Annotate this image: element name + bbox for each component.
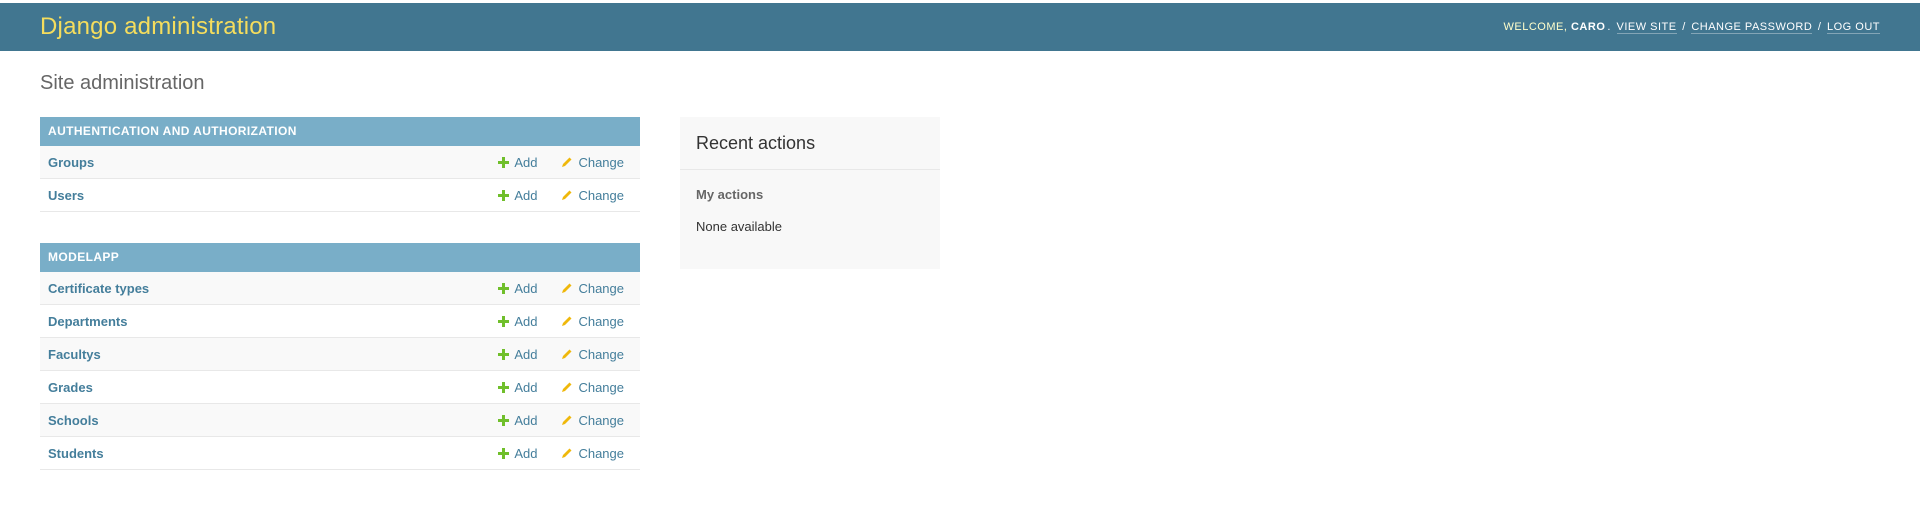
- add-students-link[interactable]: Add: [498, 446, 537, 461]
- page-title: Site administration: [40, 72, 205, 94]
- change-label: Change: [578, 412, 624, 428]
- welcome-text: Welcome,: [1503, 21, 1568, 33]
- add-label: Add: [514, 187, 538, 203]
- change-grades-link[interactable]: Change: [561, 380, 624, 395]
- pencil-icon: [562, 382, 572, 392]
- change-label: Change: [578, 346, 624, 362]
- model-link-schools[interactable]: Schools: [48, 413, 498, 428]
- change-departments-link[interactable]: Change: [561, 314, 624, 329]
- log-out-link[interactable]: Log out: [1826, 21, 1880, 34]
- plus-icon: [498, 447, 510, 459]
- model-row-schools: Schools Add Change: [40, 404, 640, 437]
- change-label: Change: [578, 313, 624, 329]
- plus-icon: [498, 156, 510, 168]
- add-label: Add: [514, 379, 538, 395]
- model-link-certificate-types[interactable]: Certificate types: [48, 281, 498, 296]
- module-modelapp: Modelapp Certificate types Add Change De…: [40, 243, 640, 470]
- plus-icon: [498, 282, 510, 294]
- model-link-facultys[interactable]: Facultys: [48, 347, 498, 362]
- add-label: Add: [514, 412, 538, 428]
- change-label: Change: [578, 280, 624, 296]
- pencil-icon: [562, 316, 572, 326]
- add-label: Add: [514, 280, 538, 296]
- add-facultys-link[interactable]: Add: [498, 347, 537, 362]
- model-row-groups: Groups Add Change: [40, 146, 640, 179]
- pencil-icon: [562, 415, 572, 425]
- user-tools: Welcome, caro. View site / Change passwo…: [1503, 21, 1880, 34]
- recent-actions-title: Recent actions: [680, 117, 940, 170]
- change-users-link[interactable]: Change: [561, 188, 624, 203]
- no-actions-text: None available: [696, 219, 783, 234]
- model-link-groups[interactable]: Groups: [48, 155, 498, 170]
- change-label: Change: [578, 187, 624, 203]
- module-caption[interactable]: Authentication and Authorization: [40, 117, 640, 146]
- model-link-students[interactable]: Students: [48, 446, 498, 461]
- site-branding[interactable]: Django administration: [40, 13, 276, 41]
- add-departments-link[interactable]: Add: [498, 314, 537, 329]
- change-label: Change: [578, 445, 624, 461]
- recent-actions-panel: Recent actions My actions None available: [680, 117, 940, 269]
- add-groups-link[interactable]: Add: [498, 155, 537, 170]
- plus-icon: [498, 348, 510, 360]
- model-row-departments: Departments Add Change: [40, 305, 640, 338]
- add-label: Add: [514, 346, 538, 362]
- add-grades-link[interactable]: Add: [498, 380, 537, 395]
- model-row-grades: Grades Add Change: [40, 371, 640, 404]
- pencil-icon: [562, 190, 572, 200]
- change-groups-link[interactable]: Change: [561, 155, 624, 170]
- change-password-link[interactable]: Change password: [1691, 21, 1813, 34]
- change-schools-link[interactable]: Change: [561, 413, 624, 428]
- model-row-students: Students Add Change: [40, 437, 640, 470]
- pencil-icon: [562, 157, 572, 167]
- change-label: Change: [578, 154, 624, 170]
- username: caro: [1570, 21, 1606, 33]
- model-row-facultys: Facultys Add Change: [40, 338, 640, 371]
- add-users-link[interactable]: Add: [498, 188, 537, 203]
- model-row-users: Users Add Change: [40, 179, 640, 212]
- plus-icon: [498, 189, 510, 201]
- module-caption[interactable]: Modelapp: [40, 243, 640, 272]
- change-label: Change: [578, 379, 624, 395]
- pencil-icon: [562, 448, 572, 458]
- change-students-link[interactable]: Change: [561, 446, 624, 461]
- add-label: Add: [514, 313, 538, 329]
- pencil-icon: [562, 283, 572, 293]
- plus-icon: [498, 414, 510, 426]
- add-certificate-types-link[interactable]: Add: [498, 281, 537, 296]
- model-link-grades[interactable]: Grades: [48, 380, 498, 395]
- add-label: Add: [514, 154, 538, 170]
- add-schools-link[interactable]: Add: [498, 413, 537, 428]
- change-certificate-types-link[interactable]: Change: [561, 281, 624, 296]
- model-row-certificate-types: Certificate types Add Change: [40, 272, 640, 305]
- change-facultys-link[interactable]: Change: [561, 347, 624, 362]
- add-label: Add: [514, 445, 538, 461]
- module-authentication: Authentication and Authorization Groups …: [40, 117, 640, 212]
- plus-icon: [498, 381, 510, 393]
- model-link-departments[interactable]: Departments: [48, 314, 498, 329]
- plus-icon: [498, 315, 510, 327]
- my-actions-heading: My actions: [696, 187, 764, 202]
- header: Django administration Welcome, caro. Vie…: [0, 3, 1920, 51]
- view-site-link[interactable]: View site: [1616, 21, 1677, 34]
- model-link-users[interactable]: Users: [48, 188, 498, 203]
- pencil-icon: [562, 349, 572, 359]
